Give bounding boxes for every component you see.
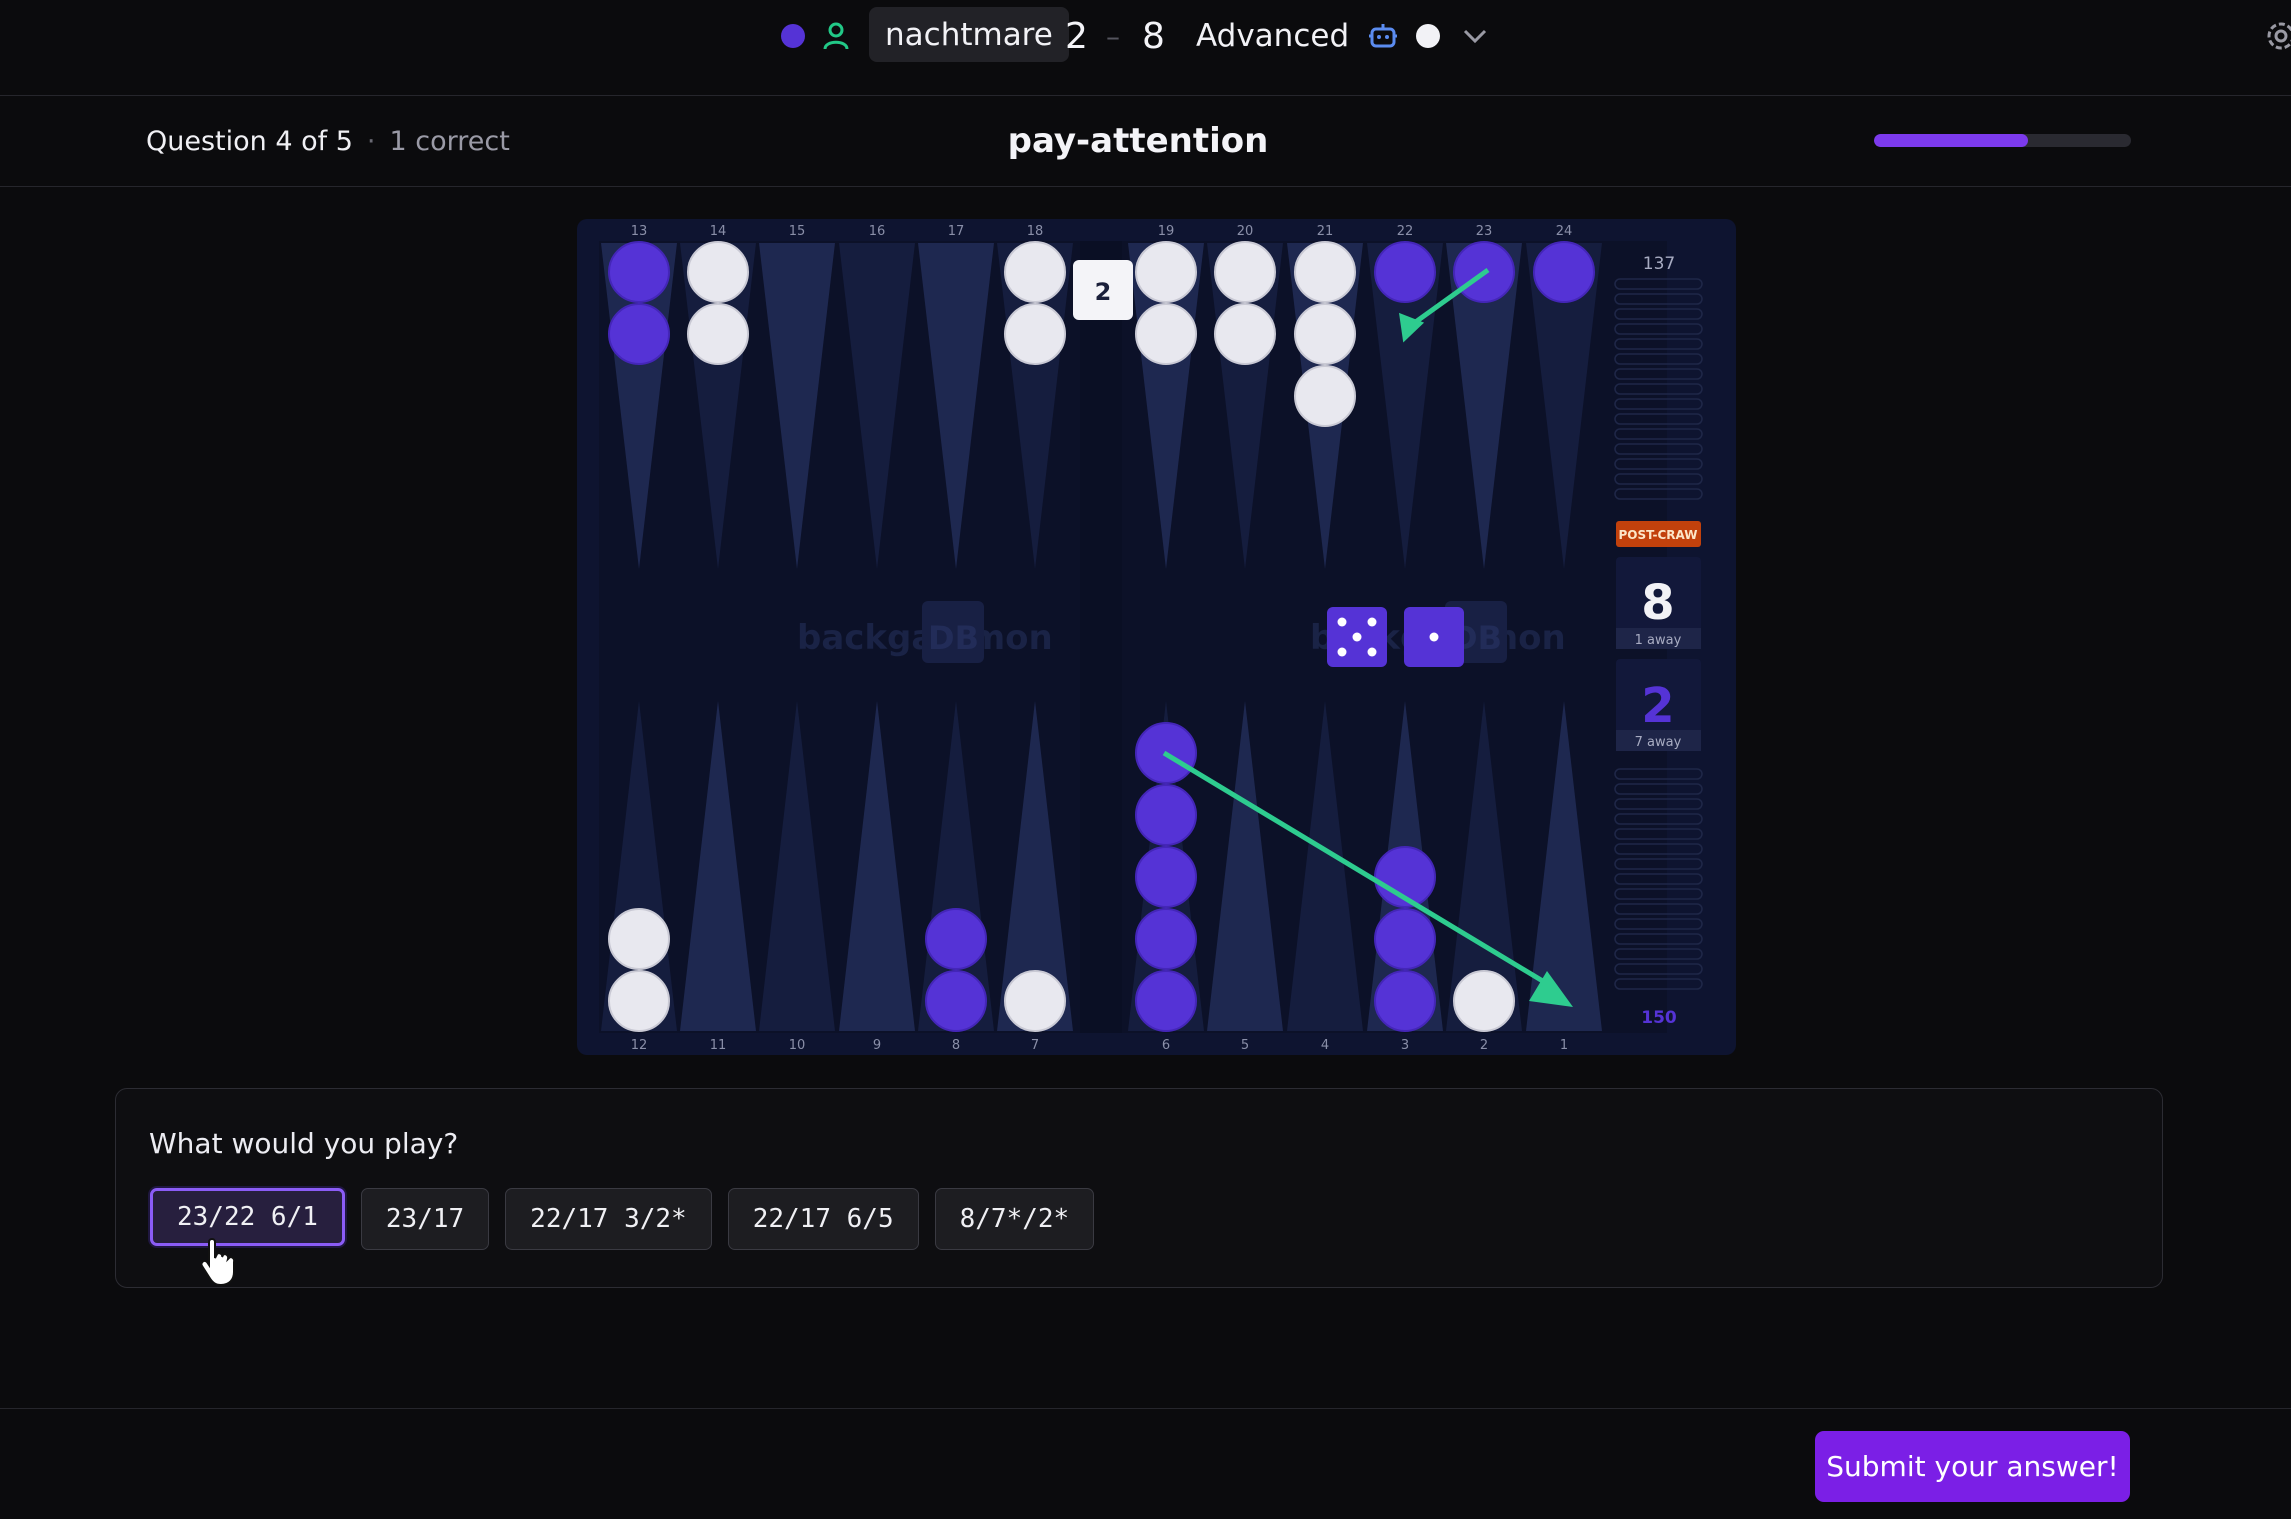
question-prompt: What would you play? xyxy=(149,1127,459,1160)
die-pip xyxy=(1337,647,1347,657)
purple-checker[interactable] xyxy=(1135,846,1197,908)
point-label: 11 xyxy=(710,1038,727,1053)
opponent-score: 8 xyxy=(1142,15,1165,57)
submit-answer-button[interactable]: Submit your answer! xyxy=(1815,1431,2130,1502)
point-label: 5 xyxy=(1241,1038,1249,1053)
top-bar: nachtmare 2 – 8 Advanced xyxy=(0,0,2291,96)
purple-checker[interactable] xyxy=(1533,241,1595,303)
backgammon-board: backgammon DB backgammon DB 131214111510… xyxy=(577,219,1736,1055)
progress-bar-fill xyxy=(1874,134,2029,147)
purple-checker[interactable] xyxy=(925,908,987,970)
point-label: 9 xyxy=(873,1038,881,1053)
point-label: 17 xyxy=(948,224,965,239)
point-label: 21 xyxy=(1317,224,1334,239)
answer-option-1[interactable]: 23/22 6/1 xyxy=(150,1188,345,1246)
white-checker[interactable] xyxy=(1453,970,1515,1032)
purple-checker[interactable] xyxy=(608,303,670,365)
white-checker[interactable] xyxy=(1135,241,1197,303)
white-checker[interactable] xyxy=(1004,970,1066,1032)
score-bottom-value: 2 xyxy=(1641,678,1674,734)
player-color-indicator xyxy=(781,0,805,72)
purple-checker[interactable] xyxy=(608,241,670,303)
answer-option-4[interactable]: 22/17 6/5 xyxy=(727,1188,919,1250)
point-label: 2 xyxy=(1480,1038,1488,1053)
point-label: 6 xyxy=(1162,1038,1170,1053)
white-checker[interactable] xyxy=(687,241,749,303)
point-label: 12 xyxy=(631,1038,648,1053)
score-top-away: 1 away xyxy=(1635,633,1682,648)
white-checker[interactable] xyxy=(1004,303,1066,365)
white-checker[interactable] xyxy=(1294,303,1356,365)
white-checker[interactable] xyxy=(608,970,670,1032)
score-dash: – xyxy=(1106,19,1120,53)
white-checker[interactable] xyxy=(608,908,670,970)
white-checker[interactable] xyxy=(1004,241,1066,303)
player-name[interactable]: nachtmare xyxy=(869,7,1069,62)
purple-checker[interactable] xyxy=(1374,241,1436,303)
white-checker[interactable] xyxy=(1214,303,1276,365)
point-label: 19 xyxy=(1158,224,1175,239)
point-label: 4 xyxy=(1321,1038,1329,1053)
point-label: 13 xyxy=(631,224,648,239)
purple-checker[interactable] xyxy=(1374,908,1436,970)
bot-icon xyxy=(1368,0,1398,72)
purple-checker[interactable] xyxy=(1374,970,1436,1032)
point-label: 18 xyxy=(1027,224,1044,239)
pip-count-top: 137 xyxy=(1643,254,1675,274)
answer-panel: What would you play? 23/22 6/1 23/17 22/17… xyxy=(115,1088,2163,1288)
white-checker[interactable] xyxy=(1294,365,1356,427)
die-pip xyxy=(1429,632,1439,642)
point-label: 14 xyxy=(710,224,727,239)
score-bottom-away: 7 away xyxy=(1635,735,1682,750)
point-label: 3 xyxy=(1401,1038,1409,1053)
die-pip xyxy=(1337,617,1347,627)
board-canvas: backgammon DB backgammon DB 131214111510… xyxy=(599,224,1703,1053)
die-pip xyxy=(1352,632,1362,642)
opponent-color-indicator xyxy=(1416,0,1440,72)
point-label: 10 xyxy=(789,1038,806,1053)
game-phase-label: POST-CRAW xyxy=(1618,528,1697,542)
point-label: 15 xyxy=(789,224,806,239)
die-pip xyxy=(1367,647,1377,657)
watermark-db-left: DB xyxy=(928,619,979,657)
die-pip xyxy=(1367,617,1377,627)
bar xyxy=(1080,241,1122,1033)
answer-option-5[interactable]: 8/7*/2* xyxy=(934,1188,1095,1250)
purple-checker[interactable] xyxy=(1135,908,1197,970)
progress-bar xyxy=(1874,134,2131,147)
human-user-icon xyxy=(822,0,850,72)
gear-icon[interactable] xyxy=(2259,0,2291,72)
point-label: 8 xyxy=(952,1038,960,1053)
answer-options: 23/22 6/1 23/17 22/17 3/2* 22/17 6/5 8/7*/2* xyxy=(150,1188,1095,1250)
score-top-value: 8 xyxy=(1641,575,1674,631)
footer: Submit your answer! xyxy=(0,1408,2291,1519)
white-checker[interactable] xyxy=(1214,241,1276,303)
point-label: 1 xyxy=(1560,1038,1568,1053)
purple-checker[interactable] xyxy=(925,970,987,1032)
hand-pointer-icon xyxy=(200,1238,236,1287)
pip-count-bottom: 150 xyxy=(1641,1008,1677,1028)
point-label: 23 xyxy=(1476,224,1493,239)
white-checker[interactable] xyxy=(1294,241,1356,303)
point-label: 24 xyxy=(1556,224,1573,239)
point-label: 20 xyxy=(1237,224,1254,239)
doubling-cube-value: 2 xyxy=(1095,278,1112,306)
difficulty-level: Advanced xyxy=(1196,18,1350,54)
point-label: 22 xyxy=(1397,224,1414,239)
point-label: 7 xyxy=(1031,1038,1039,1053)
player-score: 2 xyxy=(1065,15,1088,57)
answer-option-3[interactable]: 22/17 3/2* xyxy=(505,1188,712,1250)
purple-checker[interactable] xyxy=(1135,970,1197,1032)
white-checker[interactable] xyxy=(687,303,749,365)
question-bar: Question 4 of 5 · 1 correct pay-attentio… xyxy=(0,96,2291,187)
point-label: 16 xyxy=(869,224,886,239)
chevron-down-icon[interactable] xyxy=(1462,0,1488,72)
doubling-cube[interactable]: 2 xyxy=(1073,260,1133,320)
white-checker[interactable] xyxy=(1135,303,1197,365)
purple-checker[interactable] xyxy=(1135,784,1197,846)
answer-option-2[interactable]: 23/17 xyxy=(360,1188,490,1250)
